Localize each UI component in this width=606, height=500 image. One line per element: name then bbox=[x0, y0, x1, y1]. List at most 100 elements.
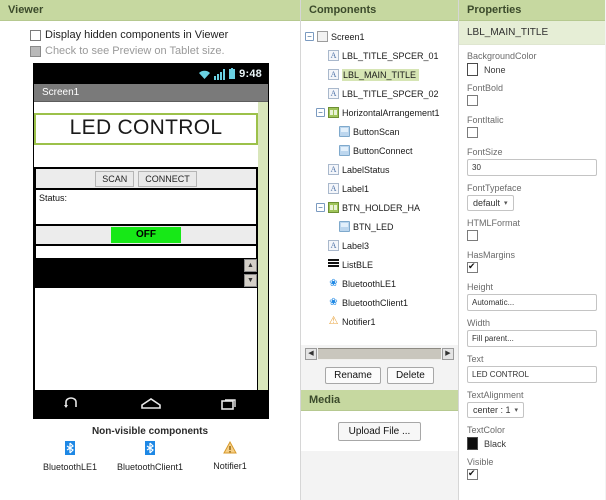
button-scan[interactable]: SCAN bbox=[95, 170, 135, 187]
display-hidden-components-checkbox[interactable] bbox=[30, 29, 41, 41]
delete-button[interactable]: Delete bbox=[386, 367, 434, 384]
non-visible-item[interactable]: Notifier1 bbox=[197, 440, 263, 472]
screen-empty-space bbox=[34, 288, 258, 390]
property-select-fonttypeface[interactable]: default ▾ bbox=[467, 195, 514, 211]
recents-icon[interactable] bbox=[219, 397, 239, 411]
lbl-title-spacer-01[interactable] bbox=[34, 102, 258, 113]
property-input-width[interactable]: Fill parent... bbox=[467, 330, 597, 347]
tree-item-lbl-title-spcer-01[interactable]: A LBL_TITLE_SPCER_01 bbox=[305, 46, 456, 65]
back-icon[interactable] bbox=[63, 397, 83, 411]
non-visible-item[interactable]: BluetoothClient1 bbox=[117, 441, 183, 472]
tree-item-label: HorizontalArrangement1 bbox=[342, 107, 440, 118]
button-connect[interactable]: CONNECT bbox=[138, 170, 197, 187]
collapse-toggle-icon[interactable]: − bbox=[316, 108, 325, 117]
scroll-right-icon[interactable]: ▶ bbox=[442, 348, 454, 360]
tree-item-labelstatus[interactable]: A LabelStatus bbox=[305, 160, 456, 179]
property-select-textalignment[interactable]: center : 1 ▾ bbox=[467, 402, 525, 418]
property-input-fontsize[interactable]: 30 bbox=[467, 159, 597, 176]
lbl-title-spacer-02[interactable] bbox=[34, 145, 258, 156]
tree-item-buttonconnect[interactable]: ButtonConnect bbox=[305, 141, 456, 160]
properties-list: BackgroundColor None FontBold FontItalic Fon… bbox=[459, 45, 605, 500]
tablet-preview-row[interactable]: Check to see Preview on Tablet size. bbox=[0, 43, 300, 59]
label-status[interactable]: Status: bbox=[34, 190, 258, 224]
button-icon bbox=[339, 221, 350, 232]
color-swatch-icon[interactable] bbox=[467, 437, 478, 450]
property-checkbox-hasmargins[interactable] bbox=[467, 261, 478, 273]
tree-item-btn-led[interactable]: BTN_LED bbox=[305, 217, 456, 236]
tree-item-buttonscan[interactable]: ButtonScan bbox=[305, 122, 456, 141]
wifi-icon bbox=[199, 70, 211, 79]
non-visible-item-label: Notifier1 bbox=[213, 461, 247, 471]
non-visible-item[interactable]: BluetoothLE1 bbox=[37, 441, 103, 472]
tree-item-label: LBL_TITLE_SPCER_02 bbox=[342, 88, 439, 99]
upload-file-button[interactable]: Upload File ... bbox=[337, 421, 422, 441]
components-horizontal-scrollbar[interactable]: ◀ ▶ bbox=[301, 345, 458, 363]
collapse-toggle-icon[interactable]: − bbox=[305, 32, 314, 41]
horizontal-arrangement-1[interactable]: SCAN CONNECT bbox=[34, 167, 258, 190]
tree-item-label: LBL_TITLE_SPCER_01 bbox=[342, 50, 439, 61]
list-ble[interactable]: ▲ ▼ bbox=[34, 258, 258, 288]
components-tree[interactable]: − Screen1 A LBL_TITLE_SPCER_01 A LBL_MAIN_TIT… bbox=[301, 21, 458, 345]
display-hidden-components-row[interactable]: Display hidden components in Viewer bbox=[0, 27, 300, 43]
tree-item-label: BTN_LED bbox=[353, 221, 394, 232]
home-icon[interactable] bbox=[140, 397, 162, 411]
screen-title-bar: Screen1 bbox=[34, 84, 268, 102]
property-checkbox-fontitalic[interactable] bbox=[467, 127, 478, 138]
button-icon bbox=[339, 145, 350, 156]
android-status-bar: 9:48 bbox=[34, 64, 268, 84]
scroll-track[interactable] bbox=[318, 348, 441, 360]
scroll-down-icon[interactable]: ▼ bbox=[244, 274, 257, 287]
tree-item-label: Notifier1 bbox=[342, 316, 376, 327]
list-scrollbar[interactable]: ▲ ▼ bbox=[244, 259, 257, 287]
screen-canvas: LED CONTROL SCAN CONNECT Status: OFF ▲ ▼ bbox=[34, 102, 268, 390]
property-label-fontsize: FontSize bbox=[467, 147, 503, 157]
tree-item-lbl-main-title[interactable]: A LBL_MAIN_TITLE bbox=[305, 65, 456, 84]
signal-bars-icon bbox=[214, 68, 226, 80]
properties-header: Properties bbox=[459, 0, 605, 21]
app-inventor-designer: Viewer Display hidden components in View… bbox=[0, 0, 606, 500]
battery-icon bbox=[229, 68, 236, 79]
label-3[interactable] bbox=[34, 246, 258, 258]
scroll-up-icon[interactable]: ▲ bbox=[244, 259, 257, 272]
scroll-left-icon[interactable]: ◀ bbox=[305, 348, 317, 360]
property-color-backgroundcolor[interactable]: None bbox=[467, 63, 597, 76]
tree-item-btn-holder-ha[interactable]: − BTN_HOLDER_HA bbox=[305, 198, 456, 217]
property-checkbox-fontbold[interactable] bbox=[467, 95, 478, 106]
tree-item-screen1[interactable]: − Screen1 bbox=[305, 27, 456, 46]
tree-item-bluetoothclient1[interactable]: ❀ BluetoothClient1 bbox=[305, 293, 456, 312]
lbl-main-title[interactable]: LED CONTROL bbox=[34, 113, 258, 145]
property-checkbox-htmlformat[interactable] bbox=[467, 230, 478, 241]
viewer-body: Display hidden components in Viewer Chec… bbox=[0, 21, 300, 500]
android-nav-bar bbox=[34, 390, 268, 418]
property-input-height[interactable]: Automatic... bbox=[467, 294, 597, 311]
tree-item-label: BluetoothClient1 bbox=[342, 297, 409, 308]
tree-item-label3[interactable]: A Label3 bbox=[305, 236, 456, 255]
tree-item-label1[interactable]: A Label1 bbox=[305, 179, 456, 198]
horizontal-arrangement-icon bbox=[328, 107, 339, 118]
tablet-preview-checkbox[interactable] bbox=[30, 45, 41, 57]
property-input-text[interactable]: LED CONTROL bbox=[467, 366, 597, 383]
rename-button[interactable]: Rename bbox=[325, 367, 381, 384]
tree-item-horizontalarrangement1[interactable]: − HorizontalArrangement1 bbox=[305, 103, 456, 122]
property-label-height: Height bbox=[467, 282, 494, 292]
property-label-backgroundcolor: BackgroundColor bbox=[467, 51, 537, 61]
display-hidden-components-label: Display hidden components in Viewer bbox=[45, 29, 229, 41]
chevron-down-icon: ▾ bbox=[514, 407, 519, 414]
non-visible-item-label: BluetoothLE1 bbox=[42, 462, 98, 472]
color-value-label: None bbox=[484, 64, 506, 75]
btn-led[interactable]: OFF bbox=[111, 227, 181, 243]
property-checkbox-visible[interactable] bbox=[467, 468, 478, 480]
color-swatch-icon[interactable] bbox=[467, 63, 478, 76]
collapse-toggle-icon[interactable]: − bbox=[316, 203, 325, 212]
tree-item-label: LBL_MAIN_TITLE bbox=[342, 68, 420, 81]
tree-item-lbl-title-spcer-02[interactable]: A LBL_TITLE_SPCER_02 bbox=[305, 84, 456, 103]
tree-item-notifier1[interactable]: ⚠ Notifier1 bbox=[305, 312, 456, 331]
btn-holder-ha[interactable]: OFF bbox=[34, 224, 258, 246]
properties-panel: Properties LBL_MAIN_TITLE BackgroundColo… bbox=[459, 0, 605, 500]
tree-item-label: Screen1 bbox=[331, 31, 365, 42]
tree-item-listble[interactable]: ListBLE bbox=[305, 255, 456, 274]
tree-item-bluetoothle1[interactable]: ❀ BluetoothLE1 bbox=[305, 274, 456, 293]
select-value-label: default bbox=[473, 198, 501, 208]
property-color-textcolor[interactable]: Black bbox=[467, 437, 597, 450]
property-label-htmlformat: HTMLFormat bbox=[467, 218, 521, 228]
